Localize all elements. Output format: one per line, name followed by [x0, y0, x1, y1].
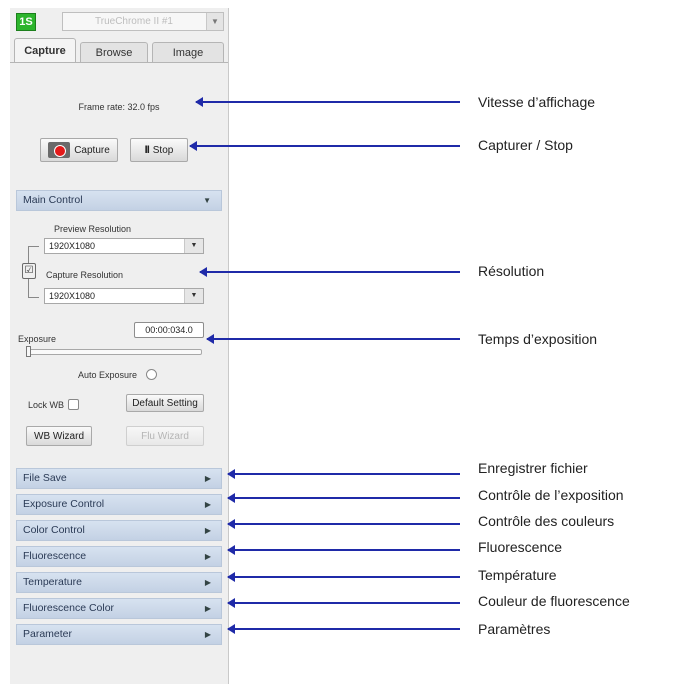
- camera-select-value: TrueChrome II #1: [95, 16, 173, 27]
- default-setting-button[interactable]: Default Setting: [126, 394, 204, 412]
- camera-record-icon: [48, 142, 71, 158]
- triangle-down-icon: ▼: [203, 196, 211, 205]
- triangle-right-icon: ▶: [204, 474, 211, 483]
- default-setting-label: Default Setting: [132, 397, 198, 409]
- annotation-arrow: [227, 469, 460, 479]
- annotation-fluorescence-color: Couleur de fluorescence: [478, 593, 630, 609]
- main-control-title: Main Control: [23, 194, 83, 206]
- annotation-capture-stop: Capturer / Stop: [478, 137, 573, 153]
- section-label: File Save: [23, 472, 67, 484]
- exposure-time-input[interactable]: 00:00:034.0: [134, 322, 204, 338]
- triangle-right-icon: ▶: [204, 552, 211, 561]
- capture-button-label: Capture: [74, 144, 110, 156]
- flu-wizard-button[interactable]: Flu Wizard: [126, 426, 204, 446]
- camera-select[interactable]: TrueChrome II #1 ▼: [62, 12, 224, 31]
- section-label: Exposure Control: [23, 498, 105, 510]
- tab-bar: Capture Browse Image: [14, 38, 228, 63]
- annotation-resolution: Résolution: [478, 263, 545, 279]
- tab-divider: [10, 62, 228, 63]
- section-file-save[interactable]: File Save ▶: [16, 468, 222, 489]
- main-control-header[interactable]: Main Control ▼: [16, 190, 222, 211]
- triangle-right-icon: ▶: [204, 526, 211, 535]
- stop-button-label: Stop: [152, 144, 174, 156]
- section-label: Fluorescence: [23, 550, 87, 562]
- capture-resolution-value: 1920X1080: [49, 291, 96, 301]
- section-label: Temperature: [23, 576, 82, 588]
- annotation-parameters: Paramètres: [478, 621, 551, 637]
- triangle-right-icon: ▶: [204, 578, 211, 587]
- chevron-down-icon[interactable]: ▼: [184, 239, 203, 253]
- frame-rate-text: Frame rate: 32.0 fps: [78, 102, 160, 112]
- annotation-arrow: [227, 572, 460, 582]
- annotation-arrow: [206, 334, 460, 344]
- section-label: Color Control: [23, 524, 85, 536]
- preview-resolution-value: 1920X1080: [49, 241, 96, 251]
- annotation-arrow: [227, 519, 460, 529]
- capture-resolution-select[interactable]: 1920X1080 ▼: [44, 288, 204, 304]
- annotation-color-control: Contrôle des couleurs: [478, 513, 615, 529]
- annotation-fluorescence: Fluorescence: [478, 539, 563, 555]
- stop-button[interactable]: II Stop: [130, 138, 188, 162]
- tab-browse[interactable]: Browse: [80, 42, 148, 63]
- annotation-arrow: [189, 141, 460, 151]
- section-label: Fluorescence Color: [23, 602, 115, 614]
- top-bar: 1S TrueChrome II #1 ▼: [10, 8, 228, 36]
- section-fluorescence-color[interactable]: Fluorescence Color ▶: [16, 598, 222, 619]
- tab-capture[interactable]: Capture: [14, 38, 76, 63]
- annotation-arrow: [227, 545, 460, 555]
- chevron-down-icon[interactable]: ▼: [184, 289, 203, 303]
- wb-wizard-label: WB Wizard: [34, 430, 84, 442]
- lock-wb-checkbox[interactable]: [68, 399, 79, 410]
- annotation-arrow: [227, 624, 460, 634]
- pause-icon: II: [144, 144, 150, 156]
- auto-exposure-checkbox[interactable]: [146, 369, 157, 380]
- triangle-right-icon: ▶: [204, 630, 211, 639]
- tab-image[interactable]: Image: [152, 42, 224, 63]
- exposure-slider-thumb[interactable]: [26, 346, 31, 357]
- app-logo: 1S: [16, 13, 36, 31]
- triangle-right-icon: ▶: [204, 500, 211, 509]
- annotation-exposure-time: Temps d’exposition: [478, 331, 598, 347]
- capture-resolution-label: Capture Resolution: [46, 270, 124, 280]
- camera-control-panel: 1S TrueChrome II #1 ▼ Capture Browse Ima…: [10, 8, 229, 684]
- preview-resolution-select[interactable]: 1920X1080 ▼: [44, 238, 204, 254]
- lock-wb-label: Lock WB: [28, 400, 65, 410]
- annotation-display-speed: Vitesse d’affichage: [478, 94, 596, 110]
- wb-wizard-button[interactable]: WB Wizard: [26, 426, 92, 446]
- annotation-arrow: [227, 598, 460, 608]
- exposure-label: Exposure: [18, 334, 57, 344]
- capture-button[interactable]: Capture: [40, 138, 118, 162]
- section-color-control[interactable]: Color Control ▶: [16, 520, 222, 541]
- section-exposure-control[interactable]: Exposure Control ▶: [16, 494, 222, 515]
- preview-resolution-label: Preview Resolution: [54, 224, 132, 234]
- section-parameter[interactable]: Parameter ▶: [16, 624, 222, 645]
- section-fluorescence[interactable]: Fluorescence ▶: [16, 546, 222, 567]
- exposure-slider[interactable]: [26, 349, 202, 355]
- annotation-arrow: [195, 97, 460, 107]
- section-label: Parameter: [23, 628, 73, 640]
- link-icon[interactable]: ☑: [22, 263, 36, 279]
- annotation-file-save: Enregistrer fichier: [478, 460, 588, 476]
- annotation-temperature: Température: [478, 567, 557, 583]
- annotation-arrow: [199, 267, 460, 277]
- chevron-down-icon[interactable]: ▼: [206, 13, 223, 30]
- annotation-arrow: [227, 493, 460, 503]
- section-temperature[interactable]: Temperature ▶: [16, 572, 222, 593]
- auto-exposure-label: Auto Exposure: [78, 370, 138, 380]
- triangle-right-icon: ▶: [204, 604, 211, 613]
- annotation-exposure-control: Contrôle de l’exposition: [478, 487, 624, 503]
- flu-wizard-label: Flu Wizard: [141, 430, 189, 442]
